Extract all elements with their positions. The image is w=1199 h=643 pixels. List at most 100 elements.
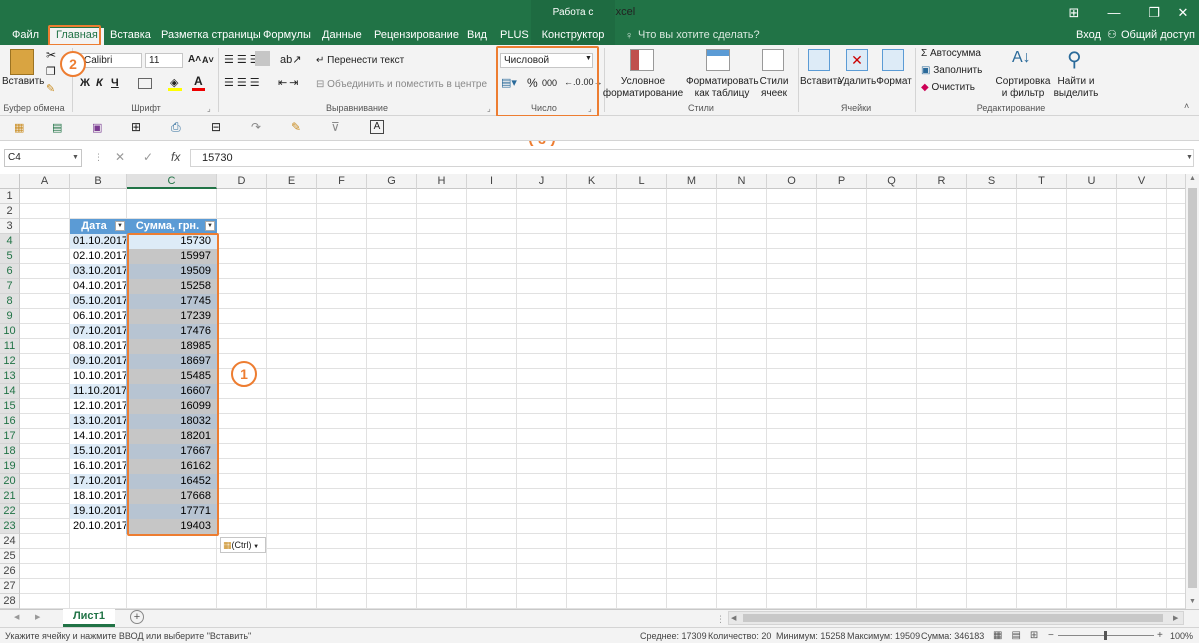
paste-button[interactable]: Вставить xyxy=(2,76,44,87)
column-header-m[interactable]: M xyxy=(667,174,717,189)
horizontal-scrollbar[interactable]: ◀ ▶ xyxy=(728,611,1184,625)
qat-print-icon[interactable]: ⎙ xyxy=(171,120,181,135)
delete-cells-button[interactable]: Удалить xyxy=(838,76,876,87)
column-header-n[interactable]: N xyxy=(717,174,767,189)
row-header[interactable]: 16 xyxy=(0,414,20,429)
row-header[interactable]: 18 xyxy=(0,444,20,459)
autosum-button[interactable]: Σ Автосумма xyxy=(921,48,981,59)
zoom-level[interactable]: 100% xyxy=(1170,631,1193,641)
scroll-left-icon[interactable]: ◀ xyxy=(731,614,736,622)
sign-in-link[interactable]: Вход xyxy=(1076,29,1101,41)
expand-formula-icon[interactable]: ▼ xyxy=(1186,154,1193,161)
bold-button[interactable]: Ж xyxy=(80,77,90,89)
tab-review[interactable]: Рецензирование xyxy=(368,28,465,45)
indent-icons[interactable]: ⇤⇥ xyxy=(278,76,300,89)
wrap-text-button[interactable]: ↵ Перенести текст xyxy=(316,55,404,66)
font-color-icon[interactable]: A xyxy=(194,74,203,88)
row-header[interactable]: 6 xyxy=(0,264,20,279)
dialog-launcher-icon[interactable]: ⌟ xyxy=(487,104,491,113)
qat-textbox-icon[interactable]: A xyxy=(370,120,384,134)
zoom-slider-thumb[interactable] xyxy=(1104,631,1107,640)
sheet-prev-icon[interactable]: ◀ xyxy=(14,613,19,621)
tab-plus[interactable]: PLUS xyxy=(494,28,535,45)
row-header[interactable]: 1 xyxy=(0,189,20,204)
column-header-s[interactable]: S xyxy=(967,174,1017,189)
borders-icon[interactable] xyxy=(138,78,152,89)
shrink-font-icon[interactable]: A˅ xyxy=(202,55,214,65)
row-header[interactable]: 12 xyxy=(0,354,20,369)
table-row-date[interactable]: 12.10.2017 xyxy=(70,399,127,414)
row-header[interactable]: 8 xyxy=(0,294,20,309)
row-header[interactable]: 20 xyxy=(0,474,20,489)
table-row-date[interactable]: 18.10.2017 xyxy=(70,489,127,504)
tab-formulas[interactable]: Формулы xyxy=(257,28,317,45)
scroll-right-icon[interactable]: ▶ xyxy=(1173,614,1178,622)
zoom-out-icon[interactable]: − xyxy=(1048,630,1054,641)
table-row-date[interactable]: 08.10.2017 xyxy=(70,339,127,354)
sort-filter-button[interactable]: Сортировка и фильтр xyxy=(994,76,1052,100)
format-as-table-button[interactable]: Форматировать как таблицу xyxy=(686,76,759,100)
table-row-date[interactable]: 02.10.2017 xyxy=(70,249,127,264)
scroll-down-icon[interactable]: ▼ xyxy=(1189,598,1196,605)
formula-input[interactable]: 15730 xyxy=(190,149,1194,167)
horizontal-align-icons[interactable]: ☰☰☰ xyxy=(224,76,263,89)
ribbon-display-icon[interactable]: ⊞ xyxy=(1054,0,1094,26)
column-header-o[interactable]: O xyxy=(767,174,817,189)
paste-options-button[interactable]: ▦(Ctrl) ▼ xyxy=(220,537,266,553)
column-header-b[interactable]: B xyxy=(70,174,127,189)
qat-table-icon[interactable]: ⊟ xyxy=(211,120,221,134)
underline-button[interactable]: Ч xyxy=(111,77,119,89)
hscroll-thumb[interactable] xyxy=(743,614,1163,622)
row-header[interactable]: 11 xyxy=(0,339,20,354)
row-header[interactable]: 25 xyxy=(0,549,20,564)
dialog-launcher-icon[interactable]: ⌟ xyxy=(207,104,211,113)
column-header-k[interactable]: K xyxy=(567,174,617,189)
table-row-date[interactable]: 06.10.2017 xyxy=(70,309,127,324)
chevron-down-icon[interactable]: ▼ xyxy=(72,154,79,161)
column-header-l[interactable]: L xyxy=(617,174,667,189)
column-header-r[interactable]: R xyxy=(917,174,967,189)
clear-button[interactable]: ◆ Очистить xyxy=(921,82,975,93)
scroll-up-icon[interactable]: ▲ xyxy=(1189,175,1196,182)
conditional-formatting-button[interactable]: Условное форматирование xyxy=(600,76,686,100)
table-row-date[interactable]: 13.10.2017 xyxy=(70,414,127,429)
row-header[interactable]: 2 xyxy=(0,204,20,219)
row-header[interactable]: 9 xyxy=(0,309,20,324)
column-header-a[interactable]: A xyxy=(20,174,70,189)
view-mode-icons[interactable]: ▦▤⊞ xyxy=(993,630,1047,641)
row-header[interactable]: 22 xyxy=(0,504,20,519)
sheet-tab-list1[interactable]: Лист1 xyxy=(63,609,115,627)
row-header[interactable]: 19 xyxy=(0,459,20,474)
table-row-date[interactable]: 11.10.2017 xyxy=(70,384,127,399)
insert-cells-button[interactable]: Вставить xyxy=(800,76,842,87)
tab-file[interactable]: Файл xyxy=(6,28,45,45)
font-name-box[interactable]: Calibri xyxy=(80,53,142,68)
row-header[interactable]: 13 xyxy=(0,369,20,384)
table-row-date[interactable]: 15.10.2017 xyxy=(70,444,127,459)
splitter-icon[interactable]: ⋮ xyxy=(716,614,725,625)
row-header[interactable]: 28 xyxy=(0,594,20,609)
row-header[interactable]: 7 xyxy=(0,279,20,294)
row-header[interactable]: 17 xyxy=(0,429,20,444)
font-size-box[interactable]: 11 xyxy=(145,53,183,68)
tab-data[interactable]: Данные xyxy=(316,28,368,45)
table-row-date[interactable]: 04.10.2017 xyxy=(70,279,127,294)
grow-font-icon[interactable]: A˄ xyxy=(188,54,201,65)
row-header[interactable]: 24 xyxy=(0,534,20,549)
qat-format-painter-icon[interactable]: ✎ xyxy=(291,120,301,134)
sheet-next-icon[interactable]: ▶ xyxy=(35,613,40,621)
column-header-j[interactable]: J xyxy=(517,174,567,189)
column-header-e[interactable]: E xyxy=(267,174,317,189)
tab-page-layout[interactable]: Разметка страницы xyxy=(155,28,267,45)
qat-new-icon[interactable]: ▦ xyxy=(14,121,24,134)
filter-dropdown-icon[interactable]: ▼ xyxy=(115,221,125,231)
fill-button[interactable]: ▣ Заполнить xyxy=(921,65,982,76)
column-header-d[interactable]: D xyxy=(217,174,267,189)
column-header-g[interactable]: G xyxy=(367,174,417,189)
table-row-date[interactable]: 07.10.2017 xyxy=(70,324,127,339)
column-header-v[interactable]: V xyxy=(1117,174,1167,189)
tab-view[interactable]: Вид xyxy=(461,28,493,45)
close-icon[interactable]: ✕ xyxy=(1163,0,1199,26)
row-header[interactable]: 21 xyxy=(0,489,20,504)
minimize-icon[interactable]: — xyxy=(1094,0,1134,26)
